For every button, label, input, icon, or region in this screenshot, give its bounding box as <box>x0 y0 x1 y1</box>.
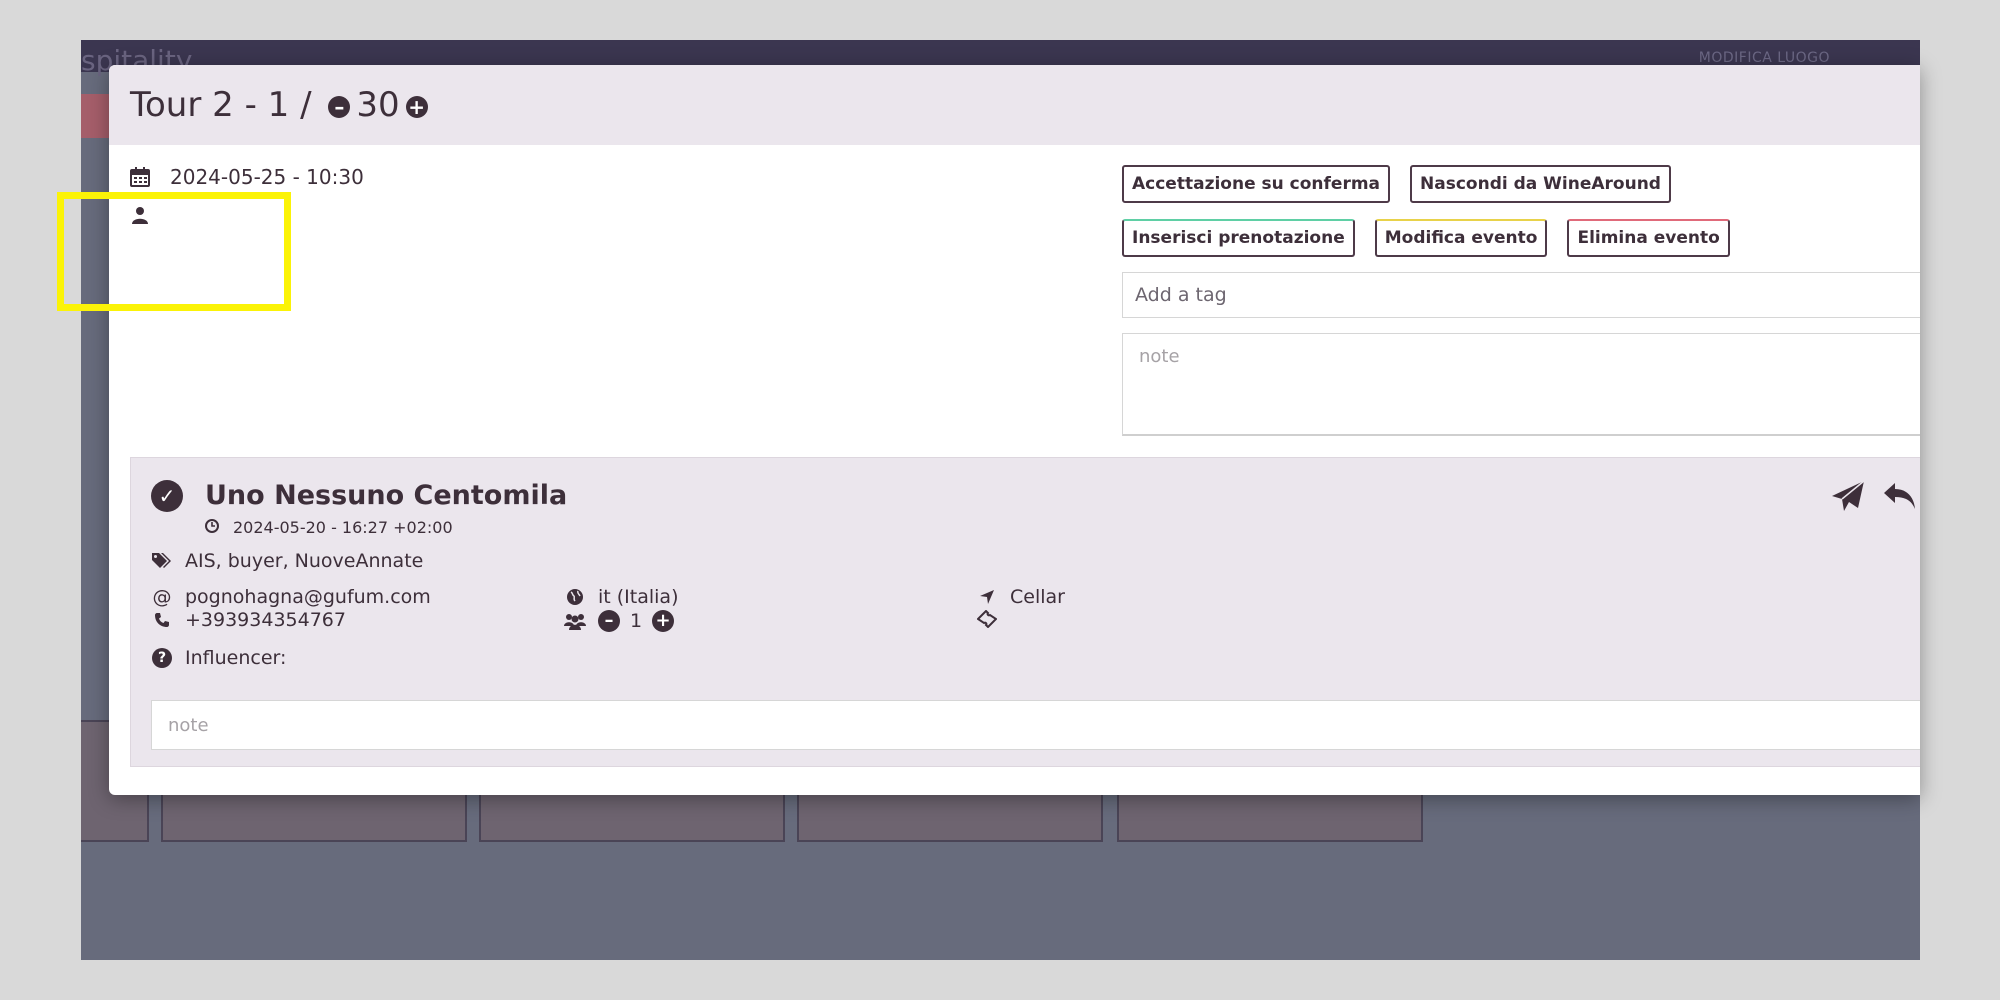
booking-tags-line: AIS, buyer, NuoveAnnate <box>151 550 423 572</box>
booking-influencer-label: Influencer: <box>185 647 287 669</box>
booking-email[interactable]: pognohagna@gufum.com <box>185 586 431 608</box>
globe-icon <box>564 588 586 606</box>
actions-row-1: Accettazione su conferma Nascondi da Win… <box>1122 165 1750 203</box>
modal-title: Tour 2 - 1 / <box>130 85 323 125</box>
plus-circle-icon[interactable]: + <box>405 96 428 118</box>
edit-location-link[interactable]: MODIFICA LUOGO <box>1699 50 1830 66</box>
clock-icon <box>205 518 219 537</box>
event-note-textarea[interactable]: note <box>1122 333 1920 436</box>
event-date-line: 2024-05-25 - 10:30 <box>130 165 364 189</box>
ticket-icon <box>976 610 998 628</box>
booking-ticket-line <box>976 610 1010 628</box>
question-circle-icon: ? <box>151 648 173 668</box>
booking-location: Cellar <box>1010 586 1065 608</box>
highlight-box <box>57 192 291 311</box>
booking-language: it (Italia) <box>598 586 679 608</box>
booking-note-input[interactable]: note <box>151 700 1920 750</box>
booking-phone-line: +393934354767 <box>151 609 346 631</box>
booking-language-line: it (Italia) <box>564 586 679 608</box>
event-date-time: 2024-05-25 - 10:30 <box>170 165 364 189</box>
booking-location-line: Cellar <box>976 586 1065 608</box>
booking-card-actions <box>1816 476 1920 516</box>
event-actions: Accettazione su conferma Nascondi da Win… <box>1122 165 1750 273</box>
tags-icon <box>151 552 173 570</box>
booking-guests-line: – 1 + <box>564 610 675 632</box>
insert-booking-button[interactable]: Inserisci prenotazione <box>1122 219 1355 257</box>
users-icon <box>564 612 586 630</box>
booking-tags: AIS, buyer, NuoveAnnate <box>185 550 424 572</box>
calendar-icon <box>130 167 150 187</box>
booking-phone[interactable]: +393934354767 <box>185 609 346 631</box>
location-arrow-icon <box>976 589 998 605</box>
booking-guests: 1 <box>630 610 643 632</box>
phone-icon <box>151 612 173 628</box>
modal-header: Tour 2 - 1 / – 30 + <box>109 65 1920 145</box>
reply-icon[interactable] <box>1880 476 1920 516</box>
booking-name: Uno Nessuno Centomila <box>205 480 568 511</box>
plus-circle-icon[interactable]: + <box>652 610 675 632</box>
minus-circle-icon[interactable]: – <box>328 96 351 118</box>
minus-circle-icon[interactable]: – <box>598 610 620 632</box>
send-icon[interactable] <box>1828 476 1868 516</box>
booking-card: ✓ Uno Nessuno Centomila 2024-05-20 - 16:… <box>130 457 1920 767</box>
event-modal: Tour 2 - 1 / – 30 + 2024-05-25 - 10:30 A… <box>109 65 1920 795</box>
capacity-value: 30 <box>356 85 400 125</box>
booking-email-line: @ pognohagna@gufum.com <box>151 586 431 608</box>
booking-created: 2024-05-20 - 16:27 +02:00 <box>233 518 453 537</box>
accept-on-confirm-button[interactable]: Accettazione su conferma <box>1122 165 1391 203</box>
edit-event-button[interactable]: Modifica evento <box>1374 219 1548 257</box>
booking-created-line: 2024-05-20 - 16:27 +02:00 <box>205 518 453 537</box>
booking-influencer-line: ? Influencer: <box>151 647 286 669</box>
delete-event-button[interactable]: Elimina evento <box>1567 219 1730 257</box>
check-circle-icon[interactable]: ✓ <box>151 480 183 512</box>
at-icon: @ <box>152 586 172 608</box>
actions-row-2: Inserisci prenotazione Modifica evento E… <box>1122 219 1750 257</box>
tag-input[interactable]: Add a tag <box>1122 272 1920 318</box>
hide-wineround-button[interactable]: Nascondi da WineAround <box>1410 165 1671 203</box>
